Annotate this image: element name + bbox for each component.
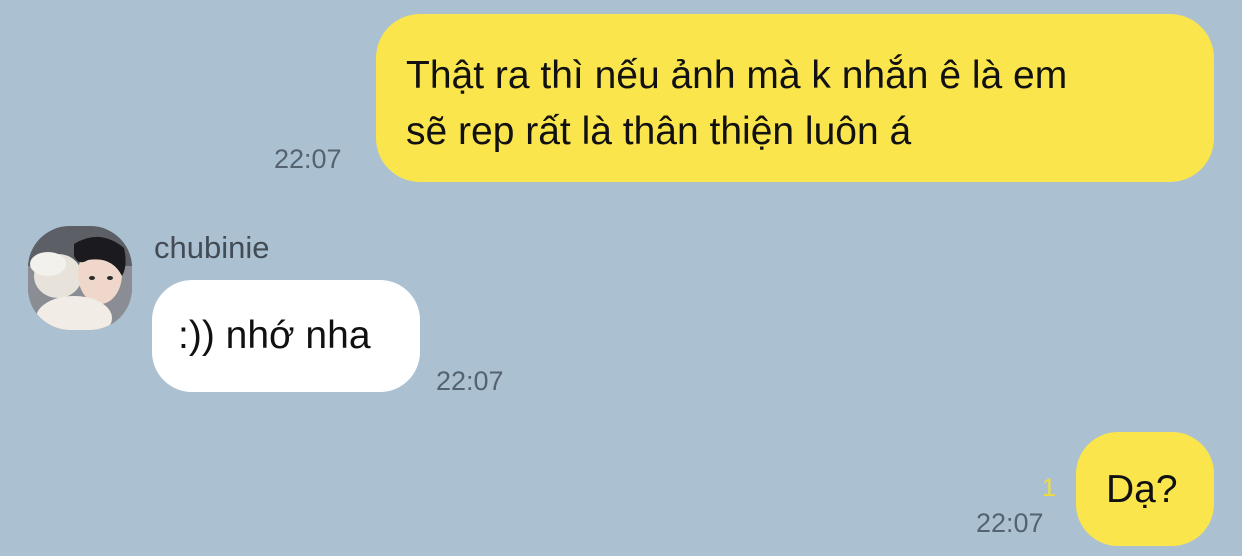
message-timestamp: 22:07	[976, 508, 1044, 538]
sender-avatar[interactable]	[28, 226, 132, 330]
message-text: Dạ?	[1106, 468, 1178, 511]
unread-count: 1	[1042, 474, 1056, 502]
sender-name: chubinie	[154, 230, 270, 265]
message-text: :)) nhớ nha	[178, 314, 371, 357]
outgoing-message-bubble[interactable]: Thật ra thì nếu ảnh mà k nhắn ê là em sẽ…	[376, 14, 1214, 182]
message-timestamp: 22:07	[274, 144, 342, 174]
incoming-message-bubble[interactable]: :)) nhớ nha	[152, 280, 420, 392]
chat-window: { "messages": [ { "direction": "outgoing…	[0, 0, 1242, 556]
message-timestamp: 22:07	[436, 366, 504, 396]
user-avatar-photo-icon	[28, 226, 132, 330]
outgoing-message-bubble[interactable]: Dạ?	[1076, 432, 1214, 546]
message-text: Thật ra thì nếu ảnh mà k nhắn ê là em sẽ…	[406, 54, 1068, 153]
